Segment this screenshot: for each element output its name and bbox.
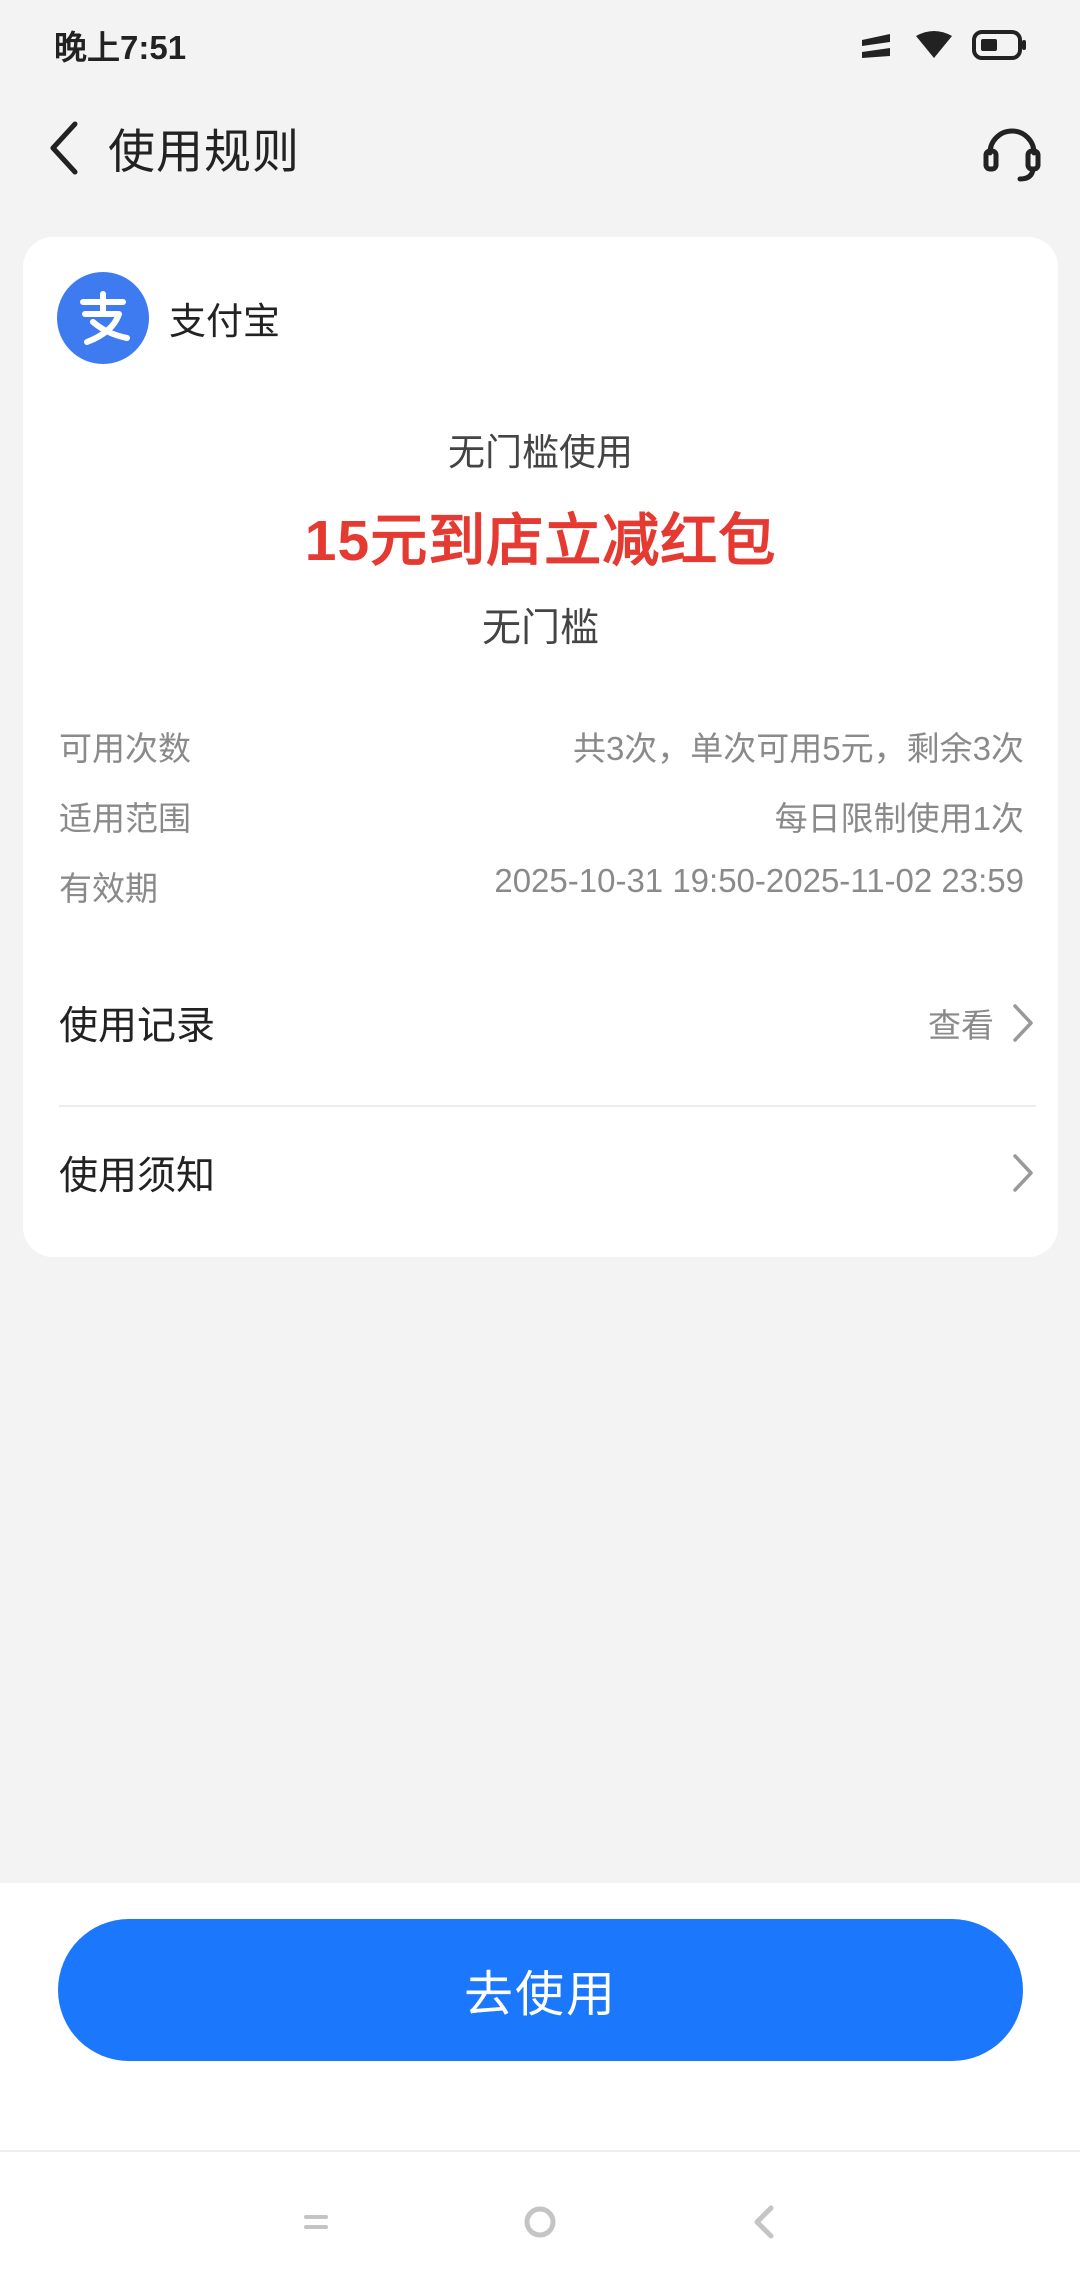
alipay-logo [57, 272, 149, 364]
chevron-right-icon [1013, 1004, 1033, 1042]
brand-row: 支付宝 [57, 272, 280, 364]
view-link[interactable]: 查看 [928, 999, 994, 1047]
status-icons [860, 29, 1028, 61]
usage-notes-action[interactable] [1010, 1152, 1036, 1194]
info-label: 有效期 [59, 870, 158, 907]
system-nav-bar [0, 2150, 1080, 2280]
menu-icon [304, 2215, 328, 2229]
home-icon [524, 2206, 556, 2238]
nav-bar: 使用规则 [0, 95, 1080, 200]
back-icon [754, 2205, 774, 2239]
recent-apps-button[interactable] [286, 2192, 346, 2252]
info-value: 每日限制使用1次 [774, 800, 1024, 837]
headset-icon [983, 128, 1041, 182]
coupon-card: 支付宝 无门槛使用 15元到店立减红包 无门槛 可用次数 共3次，单次可用5元，… [23, 237, 1058, 1257]
action-area: 去使用 [0, 1883, 1080, 2150]
use-now-button[interactable]: 去使用 [58, 1919, 1023, 2061]
usage-record-action[interactable]: 查看 [928, 999, 1036, 1047]
customer-service-button[interactable] [974, 113, 1050, 189]
coupon-condition: 无门槛 [481, 607, 599, 650]
usage-notes-label: 使用须知 [59, 1155, 216, 1198]
usage-notes-row[interactable]: 使用须知 [59, 1145, 1036, 1201]
info-value: 2025-10-31 19:50-2025-11-02 23:59 [494, 862, 1024, 899]
back-button[interactable] [30, 113, 100, 183]
page-title: 使用规则 [108, 125, 300, 178]
signal-icon [862, 34, 890, 58]
status-bar: 晚上7:51 [0, 0, 1080, 90]
divider [59, 1105, 1036, 1107]
chevron-left-icon [50, 121, 78, 175]
info-label: 适用范围 [59, 800, 191, 837]
usage-record-row[interactable]: 使用记录 查看 [59, 995, 1036, 1051]
info-value: 共3次，单次可用5元，剩余3次 [572, 730, 1024, 767]
chevron-right-icon [1013, 1154, 1033, 1192]
home-button[interactable] [510, 2192, 570, 2252]
system-back-button[interactable] [734, 2192, 794, 2252]
status-time: 晚上7:51 [54, 29, 187, 66]
battery-icon [972, 30, 1026, 60]
alipay-logo-icon [80, 291, 130, 345]
info-row-scope: 适用范围 每日限制使用1次 [59, 792, 1024, 840]
coupon-title: 15元到店立减红包 [304, 509, 777, 573]
brand-name: 支付宝 [169, 301, 280, 342]
info-row-usage-count: 可用次数 共3次，单次可用5元，剩余3次 [59, 722, 1024, 770]
wifi-icon [916, 31, 952, 58]
info-label: 可用次数 [59, 730, 191, 767]
usage-record-label: 使用记录 [59, 1005, 216, 1048]
info-row-validity: 有效期 2025-10-31 19:50-2025-11-02 23:59 [59, 862, 1024, 910]
coupon-subtitle: 无门槛使用 [448, 432, 633, 473]
